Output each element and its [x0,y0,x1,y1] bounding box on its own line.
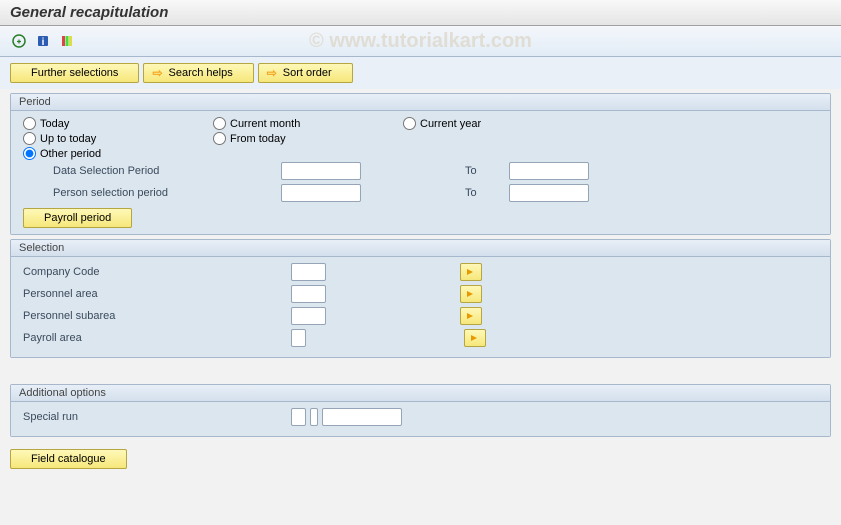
personnel-subarea-more-button[interactable] [460,307,482,325]
person-selection-label: Person selection period [23,187,173,199]
radio-current-month[interactable]: Current month [213,117,393,130]
execute-icon[interactable] [10,32,28,50]
radio-other-period[interactable]: Other period [23,147,203,160]
additional-title: Additional options [11,385,830,402]
company-code-input[interactable] [291,263,326,281]
button-label: Sort order [283,67,332,79]
company-code-more-button[interactable] [460,263,482,281]
personnel-subarea-label: Personnel subarea [23,310,173,322]
payroll-area-input[interactable] [291,329,306,347]
radio-label: Today [40,118,69,130]
radio-label: Other period [40,148,101,160]
button-label: Field catalogue [31,453,106,465]
period-title: Period [11,94,830,111]
payroll-period-button[interactable]: Payroll period [23,208,132,228]
button-label: Further selections [31,67,118,79]
payroll-area-label: Payroll area [23,332,173,344]
page-title: General recapitulation [0,0,841,26]
special-run-label: Special run [23,411,173,423]
arrow-right-icon: ⇨ [152,66,162,80]
personnel-area-label: Personnel area [23,288,173,300]
button-label: Payroll period [44,212,111,224]
svg-text:i: i [42,37,45,48]
selection-buttons: Further selections ⇨ Search helps ⇨ Sort o… [0,57,841,89]
sort-order-button[interactable]: ⇨ Sort order [258,63,353,83]
arrow-right-icon: ⇨ [267,66,277,80]
variant-icon[interactable] [58,32,76,50]
radio-current-year[interactable]: Current year [403,117,583,130]
radio-label: Current month [230,118,300,130]
personnel-area-more-button[interactable] [460,285,482,303]
further-selections-button[interactable]: Further selections [10,63,139,83]
toolbar: i [0,26,841,57]
additional-options-groupbox: Additional options Special run [10,384,831,437]
to-label: To [465,187,505,199]
selection-title: Selection [11,240,830,257]
radio-label: Up to today [40,133,96,145]
special-run-input-3[interactable] [322,408,402,426]
button-label: Search helps [169,67,233,79]
payroll-area-more-button[interactable] [464,329,486,347]
search-helps-button[interactable]: ⇨ Search helps [143,63,253,83]
data-selection-label: Data Selection Period [23,165,173,177]
period-groupbox: Period Today Current month Current year … [10,93,831,235]
personnel-area-input[interactable] [291,285,326,303]
radio-up-to-today[interactable]: Up to today [23,132,203,145]
field-catalogue-button[interactable]: Field catalogue [10,449,127,469]
to-label: To [465,165,505,177]
special-run-input-2[interactable] [310,408,318,426]
radio-today[interactable]: Today [23,117,203,130]
radio-from-today[interactable]: From today [213,132,393,145]
selection-groupbox: Selection Company Code Personnel area Pe… [10,239,831,358]
data-selection-from-input[interactable] [281,162,361,180]
personnel-subarea-input[interactable] [291,307,326,325]
radio-label: Current year [420,118,481,130]
info-icon[interactable]: i [34,32,52,50]
radio-label: From today [230,133,286,145]
data-selection-to-input[interactable] [509,162,589,180]
special-run-input-1[interactable] [291,408,306,426]
company-code-label: Company Code [23,266,173,278]
person-selection-from-input[interactable] [281,184,361,202]
person-selection-to-input[interactable] [509,184,589,202]
